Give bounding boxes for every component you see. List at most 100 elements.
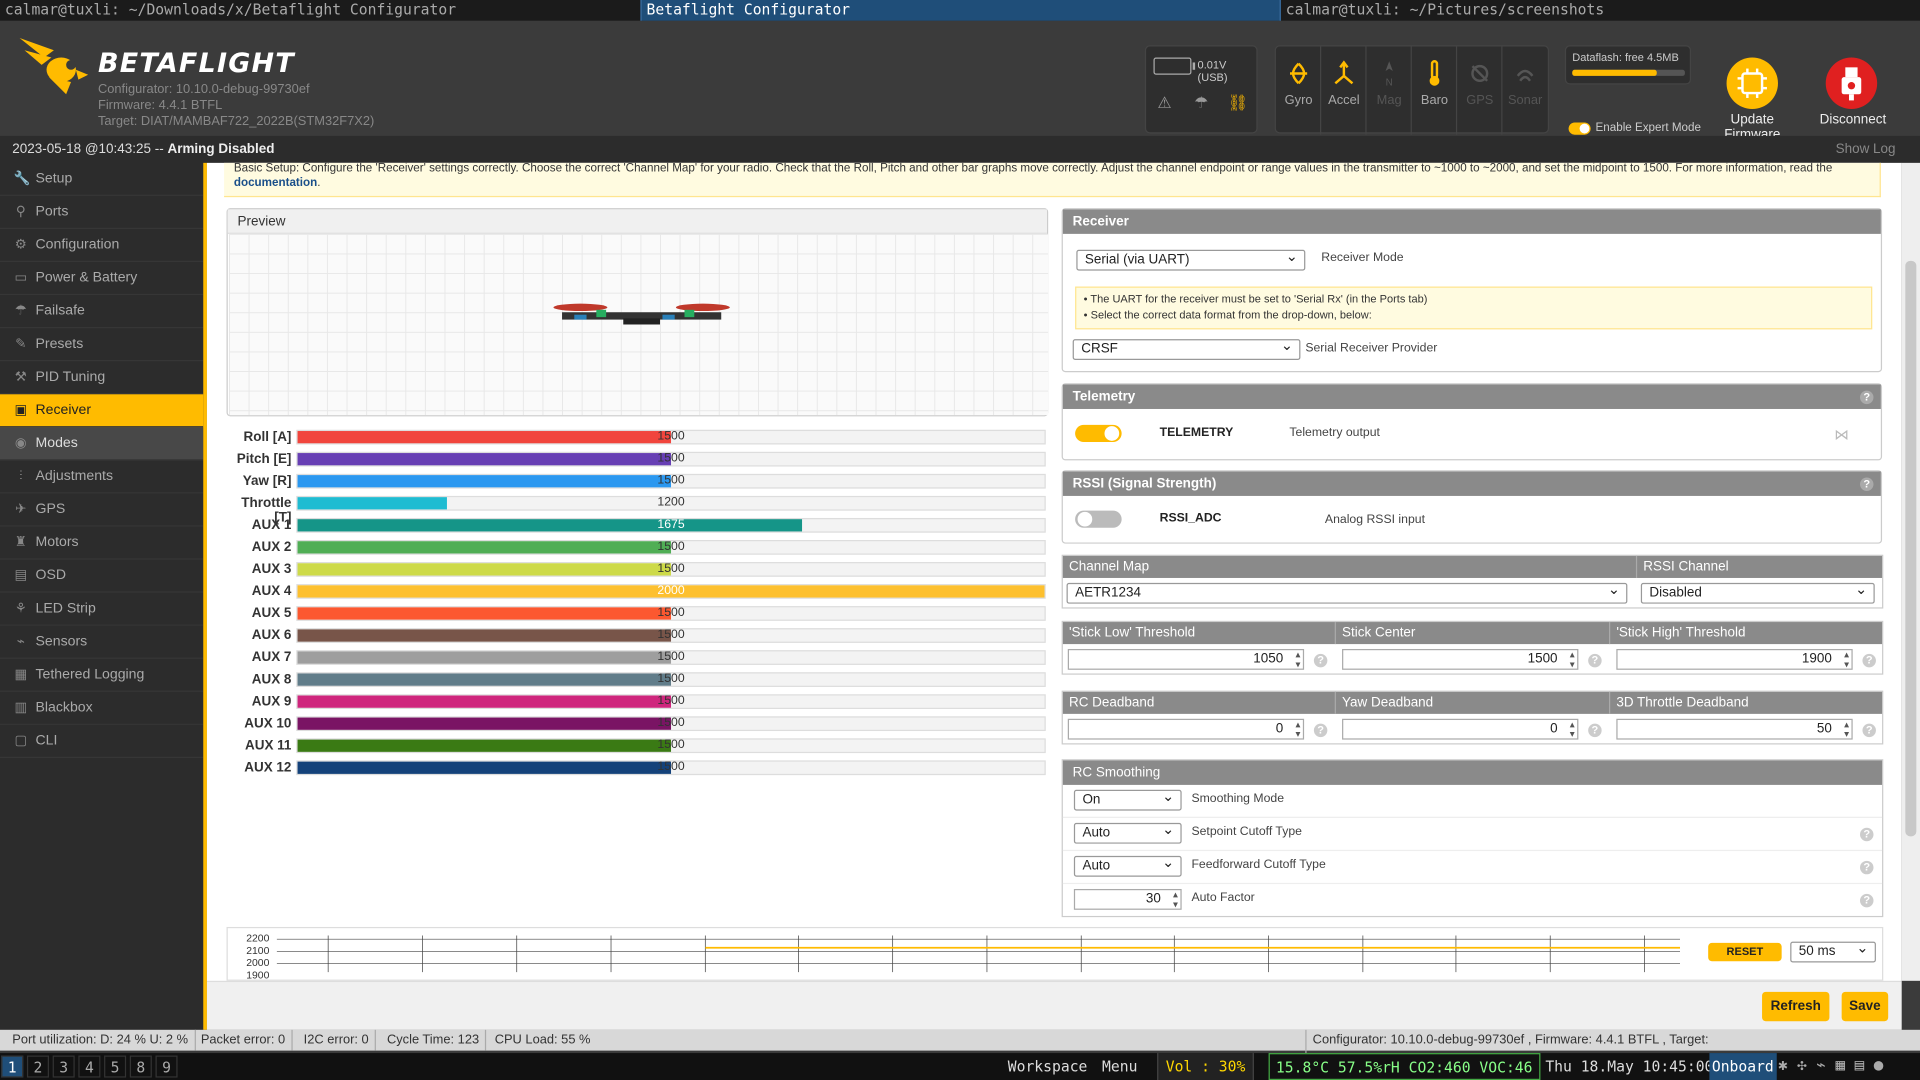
sidebar-item-modes[interactable]: ◉ Modes xyxy=(0,427,204,461)
sidebar-item-label: Tethered Logging xyxy=(35,667,145,683)
cpu-load: CPU Load: 55 % xyxy=(494,1032,591,1047)
sidebar-item-cli[interactable]: ▢ CLI xyxy=(0,725,204,758)
rssi-channel-select[interactable]: Disabled xyxy=(1640,580,1875,604)
sliders-icon: ⫶ xyxy=(19,468,23,484)
stick-low-header: 'Stick Low' Threshold xyxy=(1063,622,1336,645)
window-tab-terminal-downloads[interactable]: calmar@tuxli: ~/Downloads/x/Betaflight C… xyxy=(0,0,640,21)
window-tab-betaflight[interactable]: Betaflight Configurator xyxy=(640,0,1281,21)
rssi-adc-toggle[interactable] xyxy=(1075,510,1122,528)
sidebar-item-label: Power & Battery xyxy=(35,270,138,286)
yaw-deadband-input[interactable]: 0 xyxy=(1342,718,1579,740)
preview-title: Preview xyxy=(227,209,1047,234)
workspace-button[interactable]: Workspace xyxy=(1008,1053,1088,1080)
sidebar-item-failsafe[interactable]: ☂ Failsafe xyxy=(0,295,204,329)
sidebar-item-sensors[interactable]: ⌁ Sensors xyxy=(0,626,204,659)
smoothing-mode-row: On Smoothing Mode xyxy=(1062,785,1883,818)
preview-panel: Preview xyxy=(226,208,1049,417)
receiver-icon: ▣ xyxy=(14,402,28,418)
telemetry-help-icon[interactable]: ? xyxy=(1860,390,1874,405)
disconnect-button[interactable]: Disconnect xyxy=(1820,57,1886,127)
workspace-9[interactable]: 9 xyxy=(155,1055,178,1078)
rssi-help-icon[interactable]: ? xyxy=(1860,477,1874,492)
sidebar-item-receiver[interactable]: ▣ Receiver xyxy=(0,394,204,428)
motor-icon: ♜ xyxy=(14,535,27,550)
channel-label: AUX 7 xyxy=(251,650,292,665)
sidebar-item-blackbox[interactable]: ▥ Blackbox xyxy=(0,692,204,725)
receiver-mode-select[interactable]: Serial (via UART) xyxy=(1076,247,1306,271)
sidebar-item-ports[interactable]: ⚲ Ports xyxy=(0,196,204,229)
stick-center-help-icon[interactable]: ? xyxy=(1588,653,1602,668)
telemetry-protocol-icon: ⋈ xyxy=(1834,426,1849,444)
documentation-link[interactable]: documentation xyxy=(234,176,317,189)
tray-icons[interactable]: ✱ ✣ ⌁ ▦ ▤ ● xyxy=(1778,1053,1883,1080)
sidebar-item-configuration[interactable]: ⚙ Configuration xyxy=(0,229,204,263)
volume-indicator[interactable]: Vol : 30% xyxy=(1157,1053,1254,1080)
graph-plot xyxy=(276,935,1681,973)
sidebar-item-gps[interactable]: ✈ GPS xyxy=(0,493,204,527)
stick-low-input[interactable]: 1050 xyxy=(1067,648,1305,670)
battery-icon: ▭ xyxy=(14,270,28,286)
throttle3d-deadband-input[interactable]: 50 xyxy=(1616,718,1853,740)
stick-thresholds-table: 'Stick Low' Threshold Stick Center 'Stic… xyxy=(1061,620,1884,675)
yaw-deadband-help-icon[interactable]: ? xyxy=(1588,723,1602,738)
scrollbar-thumb[interactable] xyxy=(1905,260,1917,837)
feedforward-cutoff-help-icon[interactable]: ? xyxy=(1860,860,1874,875)
telemetry-panel: Telemetry ? TELEMETRY Telemetry output ⋈ xyxy=(1061,383,1883,461)
expert-mode-toggle[interactable]: Enable Expert Mode xyxy=(1568,121,1701,135)
workspace-3[interactable]: 3 xyxy=(52,1055,75,1078)
sidebar-item-motors[interactable]: ♜ Motors xyxy=(0,527,204,560)
show-log-link[interactable]: Show Log xyxy=(1836,136,1896,163)
sidebar-item-pid-tuning[interactable]: ⚒ PID Tuning xyxy=(0,361,204,395)
window-tab-terminal-screenshots[interactable]: calmar@tuxli: ~/Pictures/screenshots xyxy=(1281,0,1920,21)
bottom-status-bar: Port utilization: D: 24 % U: 2 % Packet … xyxy=(0,1029,1920,1072)
sidebar-item-presets[interactable]: ✎ Presets xyxy=(0,328,204,362)
sidebar-item-led-strip[interactable]: ⚘ LED Strip xyxy=(0,593,204,626)
channel-label: AUX 8 xyxy=(251,672,292,687)
workspace-8[interactable]: 8 xyxy=(129,1055,152,1078)
serial-provider-select[interactable]: CRSF xyxy=(1072,337,1301,361)
main-scrollbar[interactable] xyxy=(1901,162,1920,981)
sidebar-item-power-battery[interactable]: ▭ Power & Battery xyxy=(0,262,204,296)
telemetry-toggle[interactable] xyxy=(1075,424,1122,443)
rc-deadband-input[interactable]: 0 xyxy=(1067,718,1305,740)
channel-label: AUX 12 xyxy=(244,760,292,776)
workspace-4[interactable]: 4 xyxy=(78,1055,101,1078)
channel-label: AUX 4 xyxy=(251,584,292,599)
rc-smoothing-panel: RC Smoothing On Smoothing Mode Auto Setp… xyxy=(1061,759,1884,918)
sidebar-item-osd[interactable]: ▤ OSD xyxy=(0,560,204,593)
feedforward-cutoff-select[interactable]: Auto xyxy=(1073,853,1182,877)
sidebar-item-setup[interactable]: 🔧 Setup xyxy=(0,163,204,196)
throttle3d-deadband-help-icon[interactable]: ? xyxy=(1862,723,1876,738)
menu-button[interactable]: Menu xyxy=(1102,1053,1137,1080)
graph-interval-select[interactable]: 50 ms xyxy=(1790,939,1876,963)
sidebar-item-label: LED Strip xyxy=(35,601,96,616)
usb-icon xyxy=(1825,57,1878,109)
sidebar-item-tethered-logging[interactable]: ▦ Tethered Logging xyxy=(0,659,204,692)
workspace-2[interactable]: 2 xyxy=(26,1055,49,1078)
environment-sensor: 15.8°C 57.5%rH CO2:460 VOC:46 xyxy=(1268,1053,1540,1080)
stick-high-help-icon[interactable]: ? xyxy=(1862,653,1876,668)
smoothing-mode-select[interactable]: On xyxy=(1073,787,1182,811)
dataflash-fill xyxy=(1572,69,1657,76)
auto-factor-help-icon[interactable]: ? xyxy=(1860,893,1874,908)
channel-value: 1675 xyxy=(657,517,685,532)
workspace-5[interactable]: 5 xyxy=(104,1055,127,1078)
rc-smoothing-title: RC Smoothing xyxy=(1062,760,1883,785)
save-button[interactable]: Save xyxy=(1841,991,1889,1022)
auto-factor-input[interactable]: 30 xyxy=(1073,888,1182,910)
workspace-1[interactable]: 1 xyxy=(1,1055,24,1078)
setpoint-cutoff-select[interactable]: Auto xyxy=(1073,820,1182,844)
channel-map-input[interactable]: AETR1234 xyxy=(1066,580,1628,604)
onboard-keyboard-button[interactable]: Onboard xyxy=(1709,1053,1777,1080)
rc-deadband-help-icon[interactable]: ? xyxy=(1313,723,1328,738)
stick-center-input[interactable]: 1500 xyxy=(1342,648,1579,670)
stick-high-input[interactable]: 1900 xyxy=(1616,648,1853,670)
setpoint-cutoff-help-icon[interactable]: ? xyxy=(1860,827,1874,842)
sidebar-item-adjustments[interactable]: ⫶ Adjustments xyxy=(0,460,204,494)
refresh-button[interactable]: Refresh xyxy=(1762,991,1830,1022)
graph-reset-button[interactable]: RESET xyxy=(1708,942,1782,962)
expert-mode-switch[interactable] xyxy=(1568,121,1591,135)
tab-footer: Refresh Save xyxy=(206,980,1902,1030)
update-firmware-button[interactable]: Update Firmware xyxy=(1720,57,1784,142)
stick-low-help-icon[interactable]: ? xyxy=(1313,653,1328,668)
